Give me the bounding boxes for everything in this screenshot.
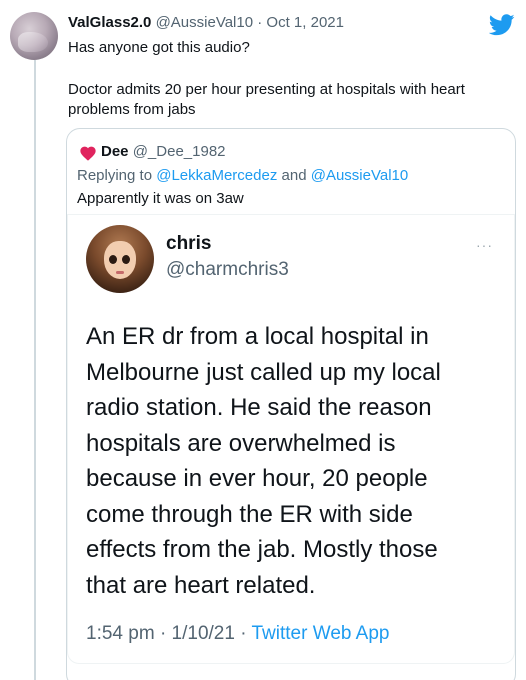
body-line: hospitals are overwhelmed is [86, 429, 396, 457]
replying-to: Replying to @LekkaMercedez and @AussieVa… [77, 167, 408, 184]
body-line: effects from the jab. Mostly those [86, 536, 438, 563]
body-line: Melbourne just called up my local [86, 358, 441, 386]
mention-link[interactable]: @AussieVal10 [311, 167, 409, 184]
quoted-handle[interactable]: @_Dee_1982 [133, 143, 226, 160]
embedded-date: 1/10/21 [171, 623, 235, 644]
user-handle[interactable]: @AussieVal10 [156, 14, 254, 31]
embedded-tweet-image[interactable]: chris @charmchris3 ··· An ER dr from a l… [67, 214, 515, 664]
tweet-header: ValGlass2.0 @AussieVal10 · Oct 1, 2021 [68, 14, 344, 31]
body-line: come through the ER with side [86, 500, 413, 528]
separator: · [240, 623, 247, 644]
avatar [86, 225, 154, 293]
heart-icon [80, 146, 96, 161]
quoted-text: Apparently it was on 3aw [77, 190, 244, 207]
tweet-screenshot: ValGlass2.0 @AussieVal10 · Oct 1, 2021 H… [0, 0, 526, 680]
thread-line [34, 60, 36, 680]
embedded-time: 1:54 pm [86, 623, 155, 644]
embedded-app: Twitter Web App [251, 623, 390, 644]
separator: · [159, 623, 167, 644]
avatar[interactable] [10, 12, 58, 60]
embedded-display-name: chris [166, 233, 212, 254]
display-name[interactable]: ValGlass2.0 [68, 14, 151, 31]
mention-link[interactable]: @LekkaMercedez [156, 167, 277, 184]
replying-prefix: Replying to [77, 167, 153, 184]
tweet-text-line2: Doctor admits 20 per hour presenting at … [68, 81, 465, 118]
body-line: because in ever hour, 20 people [86, 465, 428, 492]
quoted-author: Dee @_Dee_1982 [101, 143, 226, 160]
separator: · [257, 14, 263, 31]
body-line: An ER dr from a local hospital in [86, 323, 429, 350]
body-line: that are heart related. [86, 571, 316, 599]
embedded-handle: @charmchris3 [166, 259, 289, 280]
body-line: radio station. He said the reason [86, 394, 432, 421]
tweet-date[interactable]: Oct 1, 2021 [266, 14, 344, 31]
more-options-icon: ··· [476, 237, 493, 253]
embedded-body: An ER dr from a local hospital in Melbou… [86, 319, 506, 603]
tweet-text-line1: Has anyone got this audio? [68, 39, 250, 56]
replying-and: and [281, 167, 307, 184]
embedded-footer: 1:54 pm · 1/10/21 · Twitter Web App [86, 623, 390, 645]
twitter-bird-icon [489, 14, 515, 36]
quoted-tweet-card[interactable]: Dee @_Dee_1982 Replying to @LekkaMercede… [66, 128, 516, 680]
quoted-display-name[interactable]: Dee [101, 143, 129, 160]
